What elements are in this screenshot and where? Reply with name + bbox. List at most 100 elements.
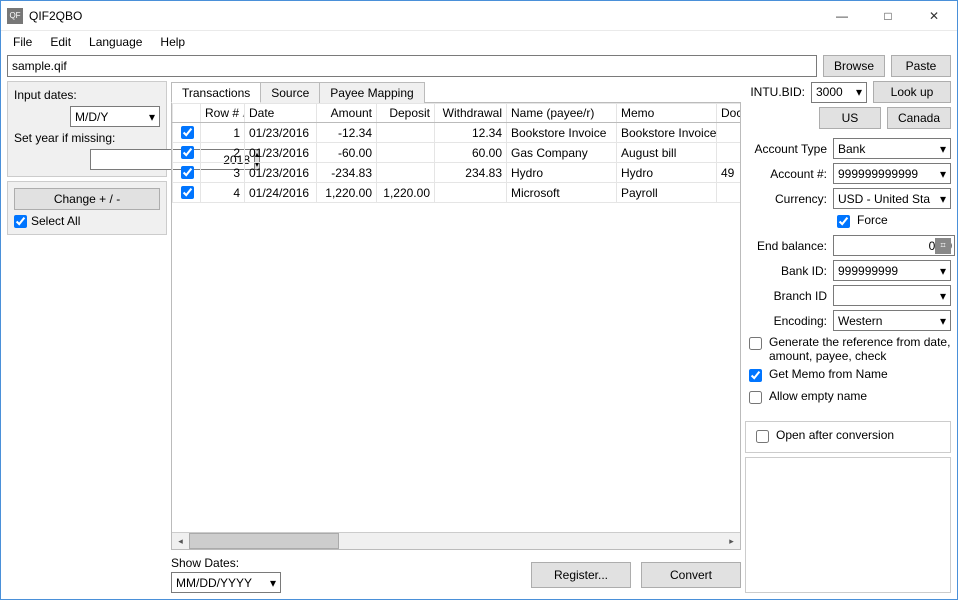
col-header-name[interactable]: Name (payee/r) xyxy=(507,104,617,123)
scroll-left-icon[interactable]: ◂ xyxy=(172,533,189,549)
show-dates-combo[interactable]: MM/DD/YYYY ▾ xyxy=(171,572,281,593)
tab-source[interactable]: Source xyxy=(260,82,320,103)
tab-bar: Transactions Source Payee Mapping xyxy=(171,81,741,103)
chevron-down-icon: ▾ xyxy=(940,289,946,303)
cell-deposit: 1,220.00 xyxy=(377,183,435,203)
table-row[interactable]: 201/23/2016-60.0060.00Gas CompanyAugust … xyxy=(173,143,741,163)
us-button[interactable]: US xyxy=(819,107,881,129)
cell-row: 2 xyxy=(201,143,245,163)
horizontal-scrollbar[interactable]: ◂ ▸ xyxy=(172,532,740,549)
col-header-check[interactable] xyxy=(173,104,201,123)
file-path-input[interactable] xyxy=(7,55,817,77)
bank-id-label: Bank ID: xyxy=(745,264,827,278)
calculator-icon[interactable]: ⌗ xyxy=(935,238,951,254)
menu-file[interactable]: File xyxy=(5,33,40,51)
cell-withdrawal: 234.83 xyxy=(435,163,507,183)
currency-combo[interactable]: USD - United Sta▾ xyxy=(833,188,951,209)
window-title: QIF2QBO xyxy=(29,9,82,23)
row-checkbox[interactable] xyxy=(181,186,194,199)
chevron-down-icon: ▾ xyxy=(940,264,946,278)
row-checkbox[interactable] xyxy=(181,166,194,179)
close-button[interactable]: ✕ xyxy=(911,1,957,31)
cell-doc xyxy=(717,183,741,203)
change-sign-button[interactable]: Change + / - xyxy=(14,188,160,210)
minimize-button[interactable]: — xyxy=(819,1,865,31)
input-dates-combo[interactable]: M/D/Y ▾ xyxy=(70,106,160,127)
lookup-button[interactable]: Look up xyxy=(873,81,951,103)
account-number-combo[interactable]: 999999999999▾ xyxy=(833,163,951,184)
cell-row: 1 xyxy=(201,123,245,143)
menu-help[interactable]: Help xyxy=(152,33,193,51)
col-header-memo[interactable]: Memo xyxy=(617,104,717,123)
table-row[interactable]: 101/23/2016-12.3412.34Bookstore InvoiceB… xyxy=(173,123,741,143)
chevron-down-icon: ▾ xyxy=(270,576,276,590)
menu-edit[interactable]: Edit xyxy=(42,33,79,51)
currency-label: Currency: xyxy=(745,192,827,206)
cell-doc xyxy=(717,143,741,163)
branch-id-combo[interactable]: ▾ xyxy=(833,285,951,306)
col-header-date[interactable]: Date xyxy=(245,104,317,123)
intu-bid-label: INTU.BID: xyxy=(745,85,805,99)
tab-payee-mapping[interactable]: Payee Mapping xyxy=(319,82,424,103)
cell-date: 01/23/2016 xyxy=(245,123,317,143)
log-area xyxy=(745,457,951,593)
chevron-down-icon: ▾ xyxy=(940,192,946,206)
scroll-thumb[interactable] xyxy=(189,533,339,549)
row-checkbox[interactable] xyxy=(181,146,194,159)
tab-transactions[interactable]: Transactions xyxy=(171,82,261,103)
paste-button[interactable]: Paste xyxy=(891,55,951,77)
intu-bid-combo[interactable]: 3000▾ xyxy=(811,82,867,103)
set-year-label: Set year if missing: xyxy=(14,131,160,145)
account-type-combo[interactable]: Bank▾ xyxy=(833,138,951,159)
col-header-withdrawal[interactable]: Withdrawal xyxy=(435,104,507,123)
bank-id-combo[interactable]: 999999999▾ xyxy=(833,260,951,281)
account-type-label: Account Type xyxy=(745,142,827,156)
maximize-button[interactable]: □ xyxy=(865,1,911,31)
cell-memo: Bookstore Invoice xyxy=(617,123,717,143)
left-panel: Input dates: M/D/Y ▾ Set year if missing… xyxy=(7,81,167,593)
allow-empty-name-checkbox[interactable] xyxy=(749,391,762,404)
app-icon: QF xyxy=(7,8,23,24)
open-after-conversion-label: Open after conversion xyxy=(776,428,894,442)
force-checkbox[interactable] xyxy=(837,215,850,228)
row-checkbox[interactable] xyxy=(181,126,194,139)
col-header-deposit[interactable]: Deposit xyxy=(377,104,435,123)
table-row[interactable]: 401/24/20161,220.001,220.00MicrosoftPayr… xyxy=(173,183,741,203)
scroll-right-icon[interactable]: ▸ xyxy=(723,533,740,549)
cell-amount: -12.34 xyxy=(317,123,377,143)
register-button[interactable]: Register... xyxy=(531,562,631,588)
cell-name: Microsoft xyxy=(507,183,617,203)
sort-asc-icon: ▲ xyxy=(241,110,244,119)
col-header-amount[interactable]: Amount xyxy=(317,104,377,123)
get-memo-label: Get Memo from Name xyxy=(769,367,888,381)
cell-memo: Hydro xyxy=(617,163,717,183)
input-dates-label: Input dates: xyxy=(14,88,160,102)
chevron-down-icon: ▾ xyxy=(149,110,155,124)
cell-withdrawal xyxy=(435,183,507,203)
chevron-down-icon: ▾ xyxy=(940,142,946,156)
cell-withdrawal: 60.00 xyxy=(435,143,507,163)
cell-date: 01/24/2016 xyxy=(245,183,317,203)
cell-date: 01/23/2016 xyxy=(245,143,317,163)
generate-reference-checkbox[interactable] xyxy=(749,337,762,350)
cell-amount: 1,220.00 xyxy=(317,183,377,203)
convert-button[interactable]: Convert xyxy=(641,562,741,588)
cell-withdrawal: 12.34 xyxy=(435,123,507,143)
col-header-row[interactable]: Row #▲ xyxy=(201,104,245,123)
menu-language[interactable]: Language xyxy=(81,33,150,51)
encoding-combo[interactable]: Western▾ xyxy=(833,310,951,331)
end-balance-label: End balance: xyxy=(745,239,827,253)
transactions-table: Row #▲ Date Amount Deposit Withdrawal Na… xyxy=(172,103,740,203)
set-year-spinner[interactable]: ▴ ▾ xyxy=(90,149,160,170)
col-header-doc[interactable]: Doc # xyxy=(717,104,741,123)
cell-amount: -60.00 xyxy=(317,143,377,163)
open-after-conversion-checkbox[interactable] xyxy=(756,430,769,443)
canada-button[interactable]: Canada xyxy=(887,107,951,129)
get-memo-checkbox[interactable] xyxy=(749,369,762,382)
cell-name: Bookstore Invoice xyxy=(507,123,617,143)
center-panel: Transactions Source Payee Mapping xyxy=(171,81,741,593)
select-all-checkbox[interactable] xyxy=(14,215,27,228)
table-row[interactable]: 301/23/2016-234.83234.83HydroHydro49 xyxy=(173,163,741,183)
cell-deposit xyxy=(377,123,435,143)
browse-button[interactable]: Browse xyxy=(823,55,885,77)
